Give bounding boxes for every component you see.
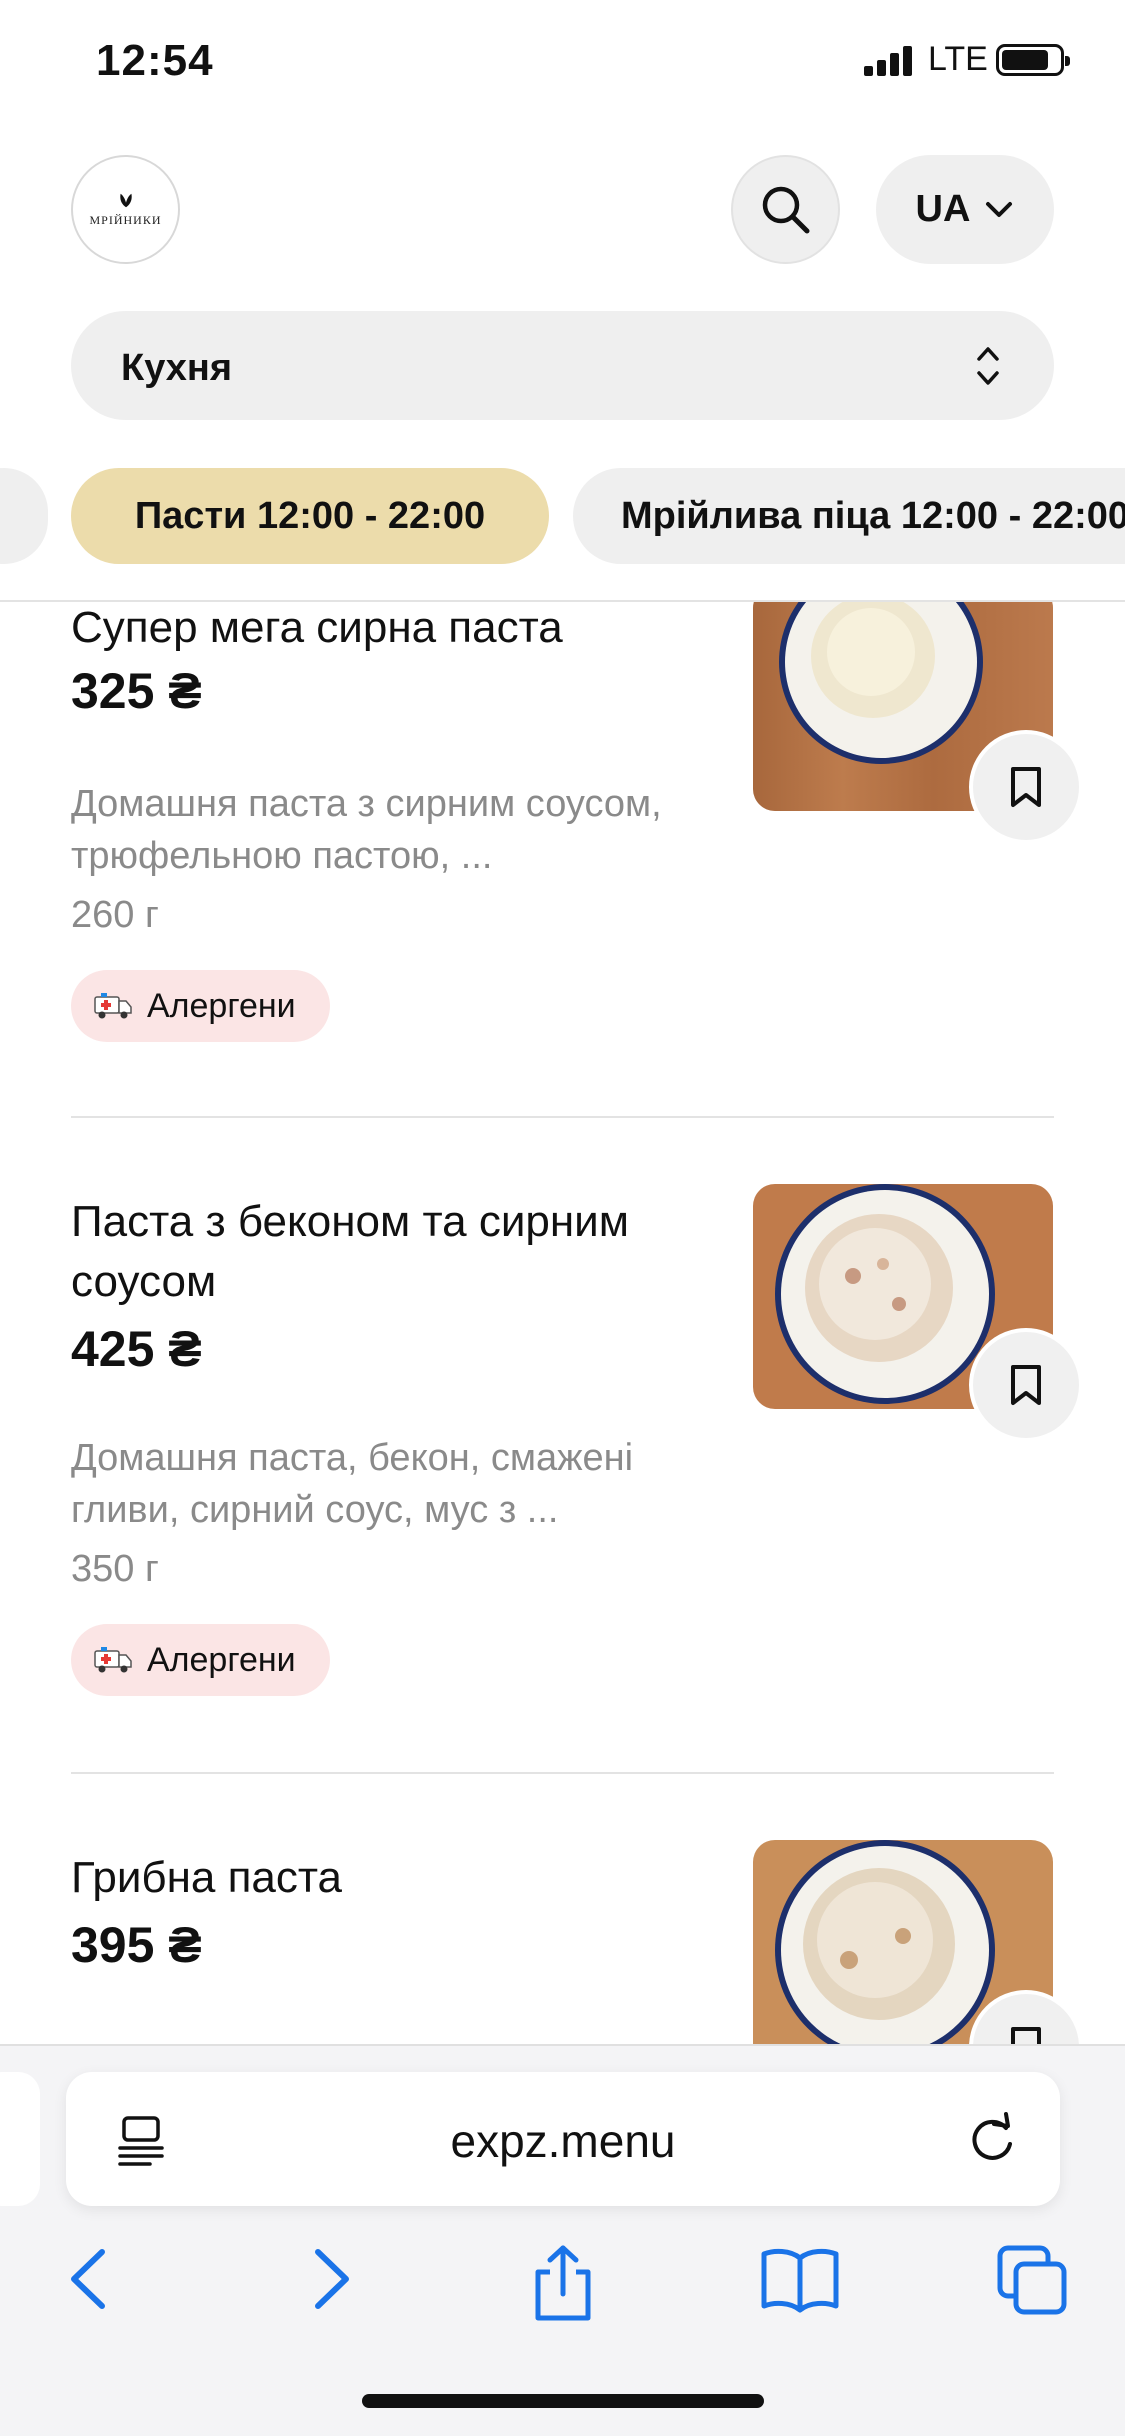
previous-tab-preview[interactable]: [0, 2072, 40, 2206]
search-button[interactable]: [731, 155, 840, 264]
signal-icon: [864, 44, 914, 76]
bookmarks-icon[interactable]: [760, 2244, 840, 2314]
category-dropdown[interactable]: Кухня: [71, 311, 1054, 420]
category-label: Кухня: [121, 347, 233, 389]
item-name: Паста з беконом та сирним соусом: [71, 1197, 630, 1306]
item-price: 325 ₴: [71, 663, 202, 719]
home-indicator: [362, 2394, 764, 2408]
battery-icon: [996, 44, 1070, 76]
item-price: 395 ₴: [71, 1917, 202, 1973]
reload-icon[interactable]: [966, 2112, 1018, 2166]
menu-section-chip-active[interactable]: Пасти 12:00 - 22:00: [71, 468, 549, 564]
item-weight: 260 г: [71, 894, 159, 936]
allergens-label: Алергени: [147, 986, 296, 1025]
allergens-badge[interactable]: Алергени: [71, 1624, 330, 1696]
bookmark-button[interactable]: [969, 730, 1083, 844]
bookmark-icon: [1011, 767, 1041, 807]
menu-section-chip[interactable]: Мрійлива піца 12:00 - 22:00: [573, 468, 1125, 564]
item-description: Домашня паста, бекон, смажені гливи, сир…: [71, 1437, 634, 1531]
menu-list[interactable]: Супер мега сирна паста 325 ₴ Домашня пас…: [0, 602, 1125, 2044]
url-text: expz.menu: [450, 2115, 676, 2167]
menu-section-chip[interactable]: [0, 468, 48, 564]
item-name: Грибна паста: [71, 1853, 343, 1902]
menu-item[interactable]: Паста з беконом та сирним соусом 425 ₴ Д…: [0, 1184, 1125, 1832]
status-bar: 12:54 LTE: [0, 0, 1125, 130]
item-price: 425 ₴: [71, 1321, 202, 1377]
search-icon: [762, 186, 809, 233]
logo-text: МРІЙНИКИ: [89, 213, 162, 227]
tabs-icon[interactable]: [996, 2244, 1070, 2318]
browser-toolbar: expz.menu: [0, 2044, 1125, 2436]
ambulance-icon: [94, 1647, 132, 1673]
item-weight: 350 г: [71, 1548, 159, 1590]
logo-leaf-icon: [119, 193, 132, 208]
menu-item[interactable]: Грибна паста 395 ₴: [0, 1840, 1125, 2044]
item-description: Домашня паста з сирним соусом, трюфельно…: [71, 783, 662, 877]
bookmark-icon: [1011, 2027, 1041, 2044]
allergens-label: Алергени: [147, 1640, 296, 1679]
bookmark-icon: [1011, 1365, 1041, 1405]
allergens-badge[interactable]: Алергени: [71, 970, 330, 1042]
status-time: 12:54: [96, 36, 214, 85]
network-label: LTE: [928, 40, 988, 78]
item-divider: [71, 1116, 1054, 1118]
item-name: Супер мега сирна паста: [71, 603, 563, 652]
ambulance-icon: [94, 993, 132, 1019]
bookmark-button[interactable]: [969, 1328, 1083, 1442]
chevron-down-icon: [986, 201, 1013, 217]
share-icon[interactable]: [528, 2244, 598, 2324]
chevron-updown-icon: [977, 347, 999, 385]
address-bar[interactable]: expz.menu: [66, 2072, 1060, 2206]
language-selector[interactable]: UA: [876, 155, 1054, 264]
forward-icon[interactable]: [306, 2244, 356, 2314]
restaurant-logo[interactable]: МРІЙНИКИ: [71, 155, 180, 264]
back-icon[interactable]: [64, 2244, 114, 2314]
item-divider: [71, 1772, 1054, 1774]
language-label: UA: [915, 188, 971, 230]
